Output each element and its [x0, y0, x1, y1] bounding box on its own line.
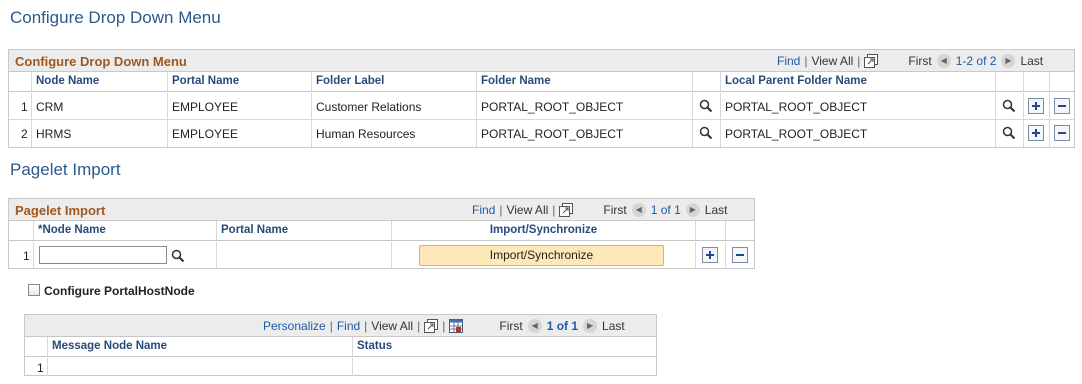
- last-label[interactable]: Last: [1020, 54, 1043, 68]
- popup-grid-icon[interactable]: [424, 319, 439, 333]
- row-range: 1 of 1: [546, 319, 579, 333]
- grid-header: Personalize | Find | View All | | First …: [25, 315, 656, 337]
- col-local-parent-folder-name: Local Parent Folder Name: [720, 72, 995, 91]
- grid-navigation: Find | View All | First ◀ 1-2 of 2 ▶ Las…: [777, 54, 1044, 68]
- pagelet-import-grid: Pagelet Import Find | View All | First ◀…: [8, 198, 755, 269]
- column-headers: Node Name Portal Name Folder Label Folde…: [9, 72, 1074, 92]
- next-arrow-icon[interactable]: ▶: [685, 203, 700, 217]
- portal-name-cell: [216, 242, 391, 269]
- personalize-link[interactable]: Personalize: [263, 319, 326, 333]
- row-number: 1: [23, 249, 30, 263]
- next-arrow-icon[interactable]: ▶: [1001, 54, 1016, 68]
- search-icon[interactable]: [171, 249, 185, 263]
- minus-icon: [736, 254, 744, 256]
- row-range: 1-2 of 2: [955, 54, 997, 68]
- folder-label-cell: Customer Relations: [311, 93, 476, 119]
- view-all-link[interactable]: View All: [811, 54, 853, 68]
- node-name-cell: HRMS: [31, 120, 167, 147]
- add-row-button[interactable]: [702, 247, 718, 263]
- find-link[interactable]: Find: [337, 319, 360, 333]
- col-status: Status: [352, 337, 657, 356]
- plus-icon: [1032, 102, 1040, 110]
- last-label[interactable]: Last: [705, 203, 728, 217]
- column-headers: *Node Name Portal Name Import/Synchroniz…: [9, 221, 754, 241]
- col-node-name: Node Name: [31, 72, 167, 91]
- popup-grid-icon[interactable]: [559, 203, 574, 217]
- find-link[interactable]: Find: [472, 203, 495, 217]
- folder-label-cell: Human Resources: [311, 120, 476, 147]
- section-title: Pagelet Import: [10, 160, 121, 179]
- page-title: Configure Drop Down Menu: [10, 8, 221, 27]
- row-number: 2: [21, 127, 28, 141]
- minus-icon: [1058, 132, 1066, 134]
- configure-portalhostnode-checkbox[interactable]: [28, 284, 40, 296]
- local-parent-folder-cell: PORTAL_ROOT_OBJECT: [720, 93, 995, 119]
- first-label[interactable]: First: [603, 203, 626, 217]
- col-import-synchronize: Import/Synchronize: [391, 221, 695, 240]
- grid-title: Pagelet Import: [15, 203, 106, 218]
- configure-portalhostnode-label: Configure PortalHostNode: [44, 284, 195, 298]
- grid-title: Configure Drop Down Menu: [15, 54, 187, 69]
- search-icon[interactable]: [1002, 99, 1016, 113]
- grid-header: Pagelet Import Find | View All | First ◀…: [9, 199, 754, 221]
- table-row: 1 CRM EMPLOYEE Customer Relations PORTAL…: [9, 93, 1074, 120]
- previous-arrow-icon[interactable]: ◀: [631, 203, 646, 217]
- next-arrow-icon[interactable]: ▶: [583, 319, 598, 333]
- view-all-link[interactable]: View All: [506, 203, 548, 217]
- grid-header: Configure Drop Down Menu Find | View All…: [9, 50, 1074, 72]
- message-node-name-cell: [47, 358, 352, 376]
- plus-icon: [1032, 129, 1040, 137]
- folder-name-cell: PORTAL_ROOT_OBJECT: [476, 93, 692, 119]
- delete-row-button[interactable]: [1054, 125, 1070, 141]
- col-node-name: *Node Name: [33, 221, 216, 240]
- search-icon[interactable]: [1002, 126, 1016, 140]
- import-synchronize-button[interactable]: Import/Synchronize: [419, 245, 664, 266]
- column-headers: Message Node Name Status: [25, 337, 656, 357]
- table-row: 2 HRMS EMPLOYEE Human Resources PORTAL_R…: [9, 120, 1074, 147]
- col-message-node-name: Message Node Name: [47, 337, 352, 356]
- table-row: 1 Import/Synchronize: [9, 242, 754, 269]
- node-name-cell: CRM: [31, 93, 167, 119]
- row-number: 1: [37, 361, 44, 375]
- view-all-link[interactable]: View All: [371, 319, 413, 333]
- portal-name-cell: EMPLOYEE: [167, 93, 311, 119]
- col-folder-name: Folder Name: [476, 72, 692, 91]
- row-number: 1: [21, 100, 28, 114]
- plus-icon: [706, 251, 714, 259]
- grid-navigation: Find | View All | First ◀ 1 of 1 ▶ Last: [472, 203, 728, 217]
- node-name-input[interactable]: [39, 246, 167, 264]
- previous-arrow-icon[interactable]: ◀: [936, 54, 951, 68]
- delete-row-button[interactable]: [1054, 98, 1070, 114]
- table-row: 1: [25, 358, 656, 376]
- first-label[interactable]: First: [499, 319, 522, 333]
- previous-arrow-icon[interactable]: ◀: [527, 319, 542, 333]
- local-parent-folder-cell: PORTAL_ROOT_OBJECT: [720, 120, 995, 147]
- portal-name-cell: EMPLOYEE: [167, 120, 311, 147]
- col-portal-name: Portal Name: [167, 72, 311, 91]
- grid-navigation: Personalize | Find | View All | | First …: [263, 319, 625, 333]
- search-icon[interactable]: [699, 126, 713, 140]
- find-link[interactable]: Find: [777, 54, 800, 68]
- row-range: 1 of 1: [650, 203, 681, 217]
- status-cell: [352, 358, 657, 376]
- minus-icon: [1058, 105, 1066, 107]
- popup-grid-icon[interactable]: [864, 54, 879, 68]
- first-label[interactable]: First: [908, 54, 931, 68]
- add-row-button[interactable]: [1028, 125, 1044, 141]
- last-label[interactable]: Last: [602, 319, 625, 333]
- message-node-grid: Personalize | Find | View All | | First …: [24, 314, 657, 376]
- add-row-button[interactable]: [1028, 98, 1044, 114]
- search-icon[interactable]: [699, 99, 713, 113]
- download-spreadsheet-icon[interactable]: [449, 319, 464, 333]
- col-folder-label: Folder Label: [311, 72, 476, 91]
- folder-name-cell: PORTAL_ROOT_OBJECT: [476, 120, 692, 147]
- col-portal-name: Portal Name: [216, 221, 391, 240]
- delete-row-button[interactable]: [732, 247, 748, 263]
- dropdown-menu-grid: Configure Drop Down Menu Find | View All…: [8, 49, 1075, 148]
